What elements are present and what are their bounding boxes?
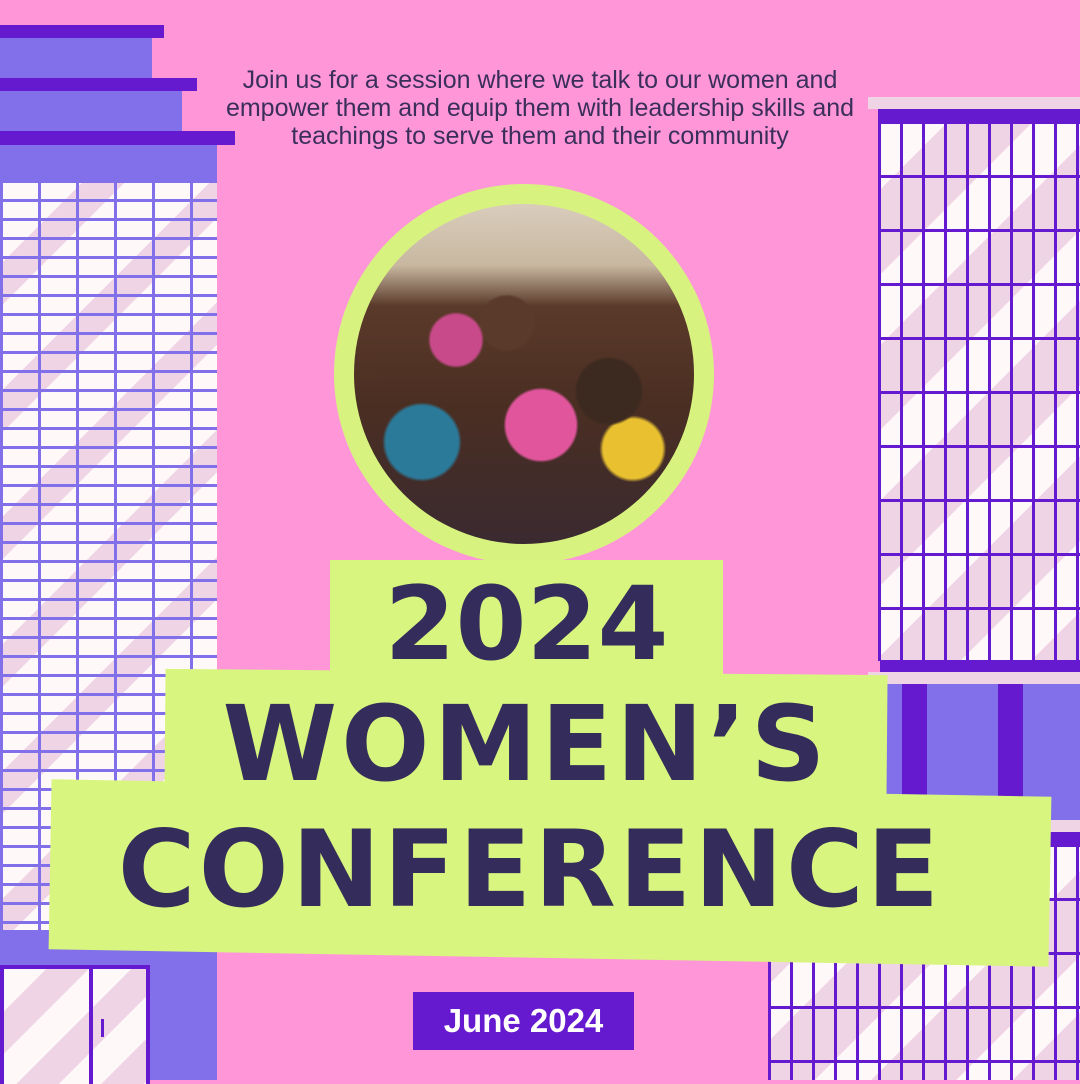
roof-bar bbox=[0, 25, 164, 38]
window-grid bbox=[878, 109, 1080, 661]
door bbox=[0, 965, 150, 1084]
roof-bar bbox=[0, 78, 197, 91]
event-photo bbox=[354, 204, 694, 544]
roof-block bbox=[0, 91, 182, 131]
ledge bbox=[868, 672, 1080, 684]
intro-text: Join us for a session where we talk to o… bbox=[225, 66, 855, 150]
roof-block bbox=[0, 145, 217, 180]
title-womens: WOMEN’S bbox=[222, 683, 830, 805]
roof-block bbox=[0, 38, 152, 78]
floor-bar bbox=[880, 660, 1080, 672]
door-handle bbox=[101, 1019, 104, 1037]
title-conference: CONFERENCE bbox=[117, 808, 943, 931]
date-badge: June 2024 bbox=[413, 992, 634, 1050]
title-year: 2024 bbox=[384, 565, 669, 684]
ledge bbox=[868, 97, 1080, 109]
